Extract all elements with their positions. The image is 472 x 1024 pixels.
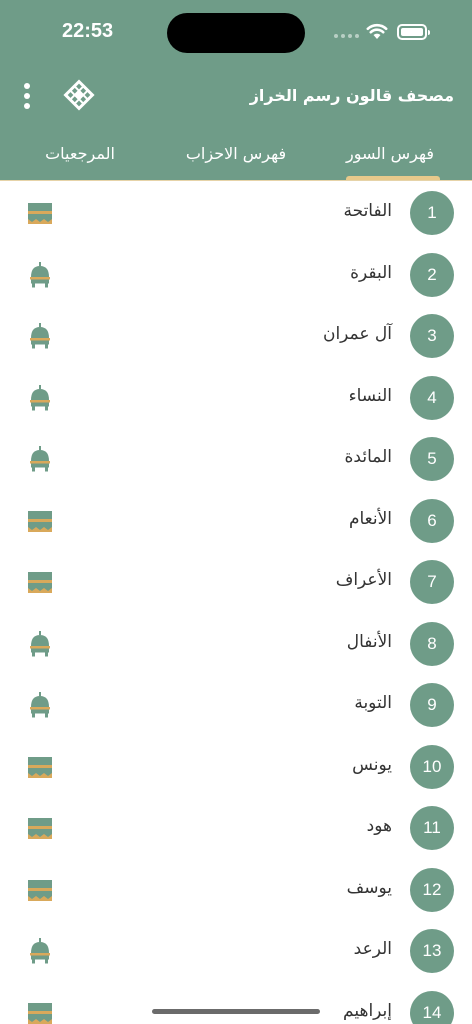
surah-number-badge: 3: [410, 314, 454, 358]
header-divider: [0, 180, 472, 181]
surah-name: البقرة: [350, 262, 392, 283]
tab-surah-index[interactable]: فهرس السور: [318, 144, 462, 163]
surah-number-badge: 7: [410, 560, 454, 604]
kaaba-icon: [26, 508, 54, 534]
surah-row[interactable]: 11 هود: [0, 797, 472, 859]
surah-row[interactable]: 5 المائدة: [0, 428, 472, 490]
surah-row[interactable]: 12 يوسف: [0, 859, 472, 921]
surah-name: يونس: [352, 754, 392, 775]
dynamic-island: [167, 13, 305, 53]
surah-row[interactable]: 10 يونس: [0, 736, 472, 798]
mosque-icon: [26, 323, 54, 349]
surah-name: إبراهيم: [343, 1000, 392, 1021]
surah-number-badge: 4: [410, 375, 454, 420]
surah-name: الأعراف: [335, 570, 392, 590]
mosque-icon: [26, 692, 54, 718]
surah-row[interactable]: 4 النساء: [0, 367, 472, 429]
kaaba-icon: [26, 569, 54, 595]
surah-name: آل عمران: [322, 324, 392, 344]
mosque-icon: [26, 630, 54, 657]
tab-hizb-index[interactable]: فهرس الاحزاب: [168, 144, 304, 163]
home-indicator[interactable]: [152, 1009, 320, 1014]
mosque-icon: [26, 938, 54, 964]
surah-row[interactable]: 7 الأعراف: [0, 551, 472, 613]
surah-name: التوبة: [354, 693, 392, 713]
wifi-icon: [366, 23, 388, 39]
surah-number-badge: 14: [410, 990, 454, 1024]
app-logo-icon[interactable]: [62, 78, 96, 112]
surah-row[interactable]: 6 الأنعام: [0, 490, 472, 552]
surah-row[interactable]: 13 الرعد: [0, 920, 472, 982]
app-header: 22:53 مصحف قالون رسم الخراز فهرس السور ف…: [0, 0, 472, 180]
surah-number-badge: 13: [410, 929, 454, 973]
surah-name: النساء: [348, 385, 392, 406]
surah-number-badge: 6: [410, 498, 454, 543]
surah-number-badge: 11: [410, 806, 454, 850]
surah-number-badge: 10: [410, 744, 454, 789]
surah-number-badge: 9: [410, 683, 454, 727]
surah-name: المائدة: [344, 447, 392, 467]
more-options-icon[interactable]: [16, 82, 38, 110]
surah-name: الأنفال: [346, 631, 392, 652]
surah-row[interactable]: 1 الفاتحة: [0, 182, 472, 244]
surah-number-badge: 2: [410, 252, 454, 297]
kaaba-icon: [26, 877, 54, 903]
surah-name: الأنعام: [348, 508, 392, 529]
surah-name: يوسف: [346, 877, 392, 898]
mosque-icon: [26, 261, 54, 288]
surah-number-badge: 12: [410, 867, 454, 912]
cellular-signal-icon: [334, 34, 359, 38]
surah-number-badge: 5: [410, 437, 454, 481]
status-time: 22:53: [62, 20, 114, 42]
surah-row[interactable]: 2 البقرة: [0, 244, 472, 306]
surah-row[interactable]: 14 إبراهيم: [0, 982, 472, 1024]
surah-name: الفاتحة: [343, 201, 392, 221]
surah-name: الرعد: [353, 939, 392, 959]
kaaba-icon: [26, 1000, 54, 1024]
kaaba-icon: [26, 754, 54, 780]
surah-name: هود: [366, 816, 392, 836]
kaaba-icon: [26, 815, 54, 841]
surah-number-badge: 8: [410, 621, 454, 666]
mosque-icon: [26, 446, 54, 472]
surah-row[interactable]: 8 الأنفال: [0, 613, 472, 675]
battery-icon: [397, 24, 430, 40]
kaaba-icon: [26, 200, 54, 226]
page-title: مصحف قالون رسم الخراز: [249, 86, 454, 105]
mosque-icon: [26, 384, 54, 411]
surah-row[interactable]: 9 التوبة: [0, 674, 472, 736]
tab-bar: فهرس السور فهرس الاحزاب المرجعيات: [0, 136, 472, 180]
surah-row[interactable]: 3 آل عمران: [0, 305, 472, 367]
surah-number-badge: 1: [410, 191, 454, 235]
tab-references[interactable]: المرجعيات: [10, 144, 150, 163]
